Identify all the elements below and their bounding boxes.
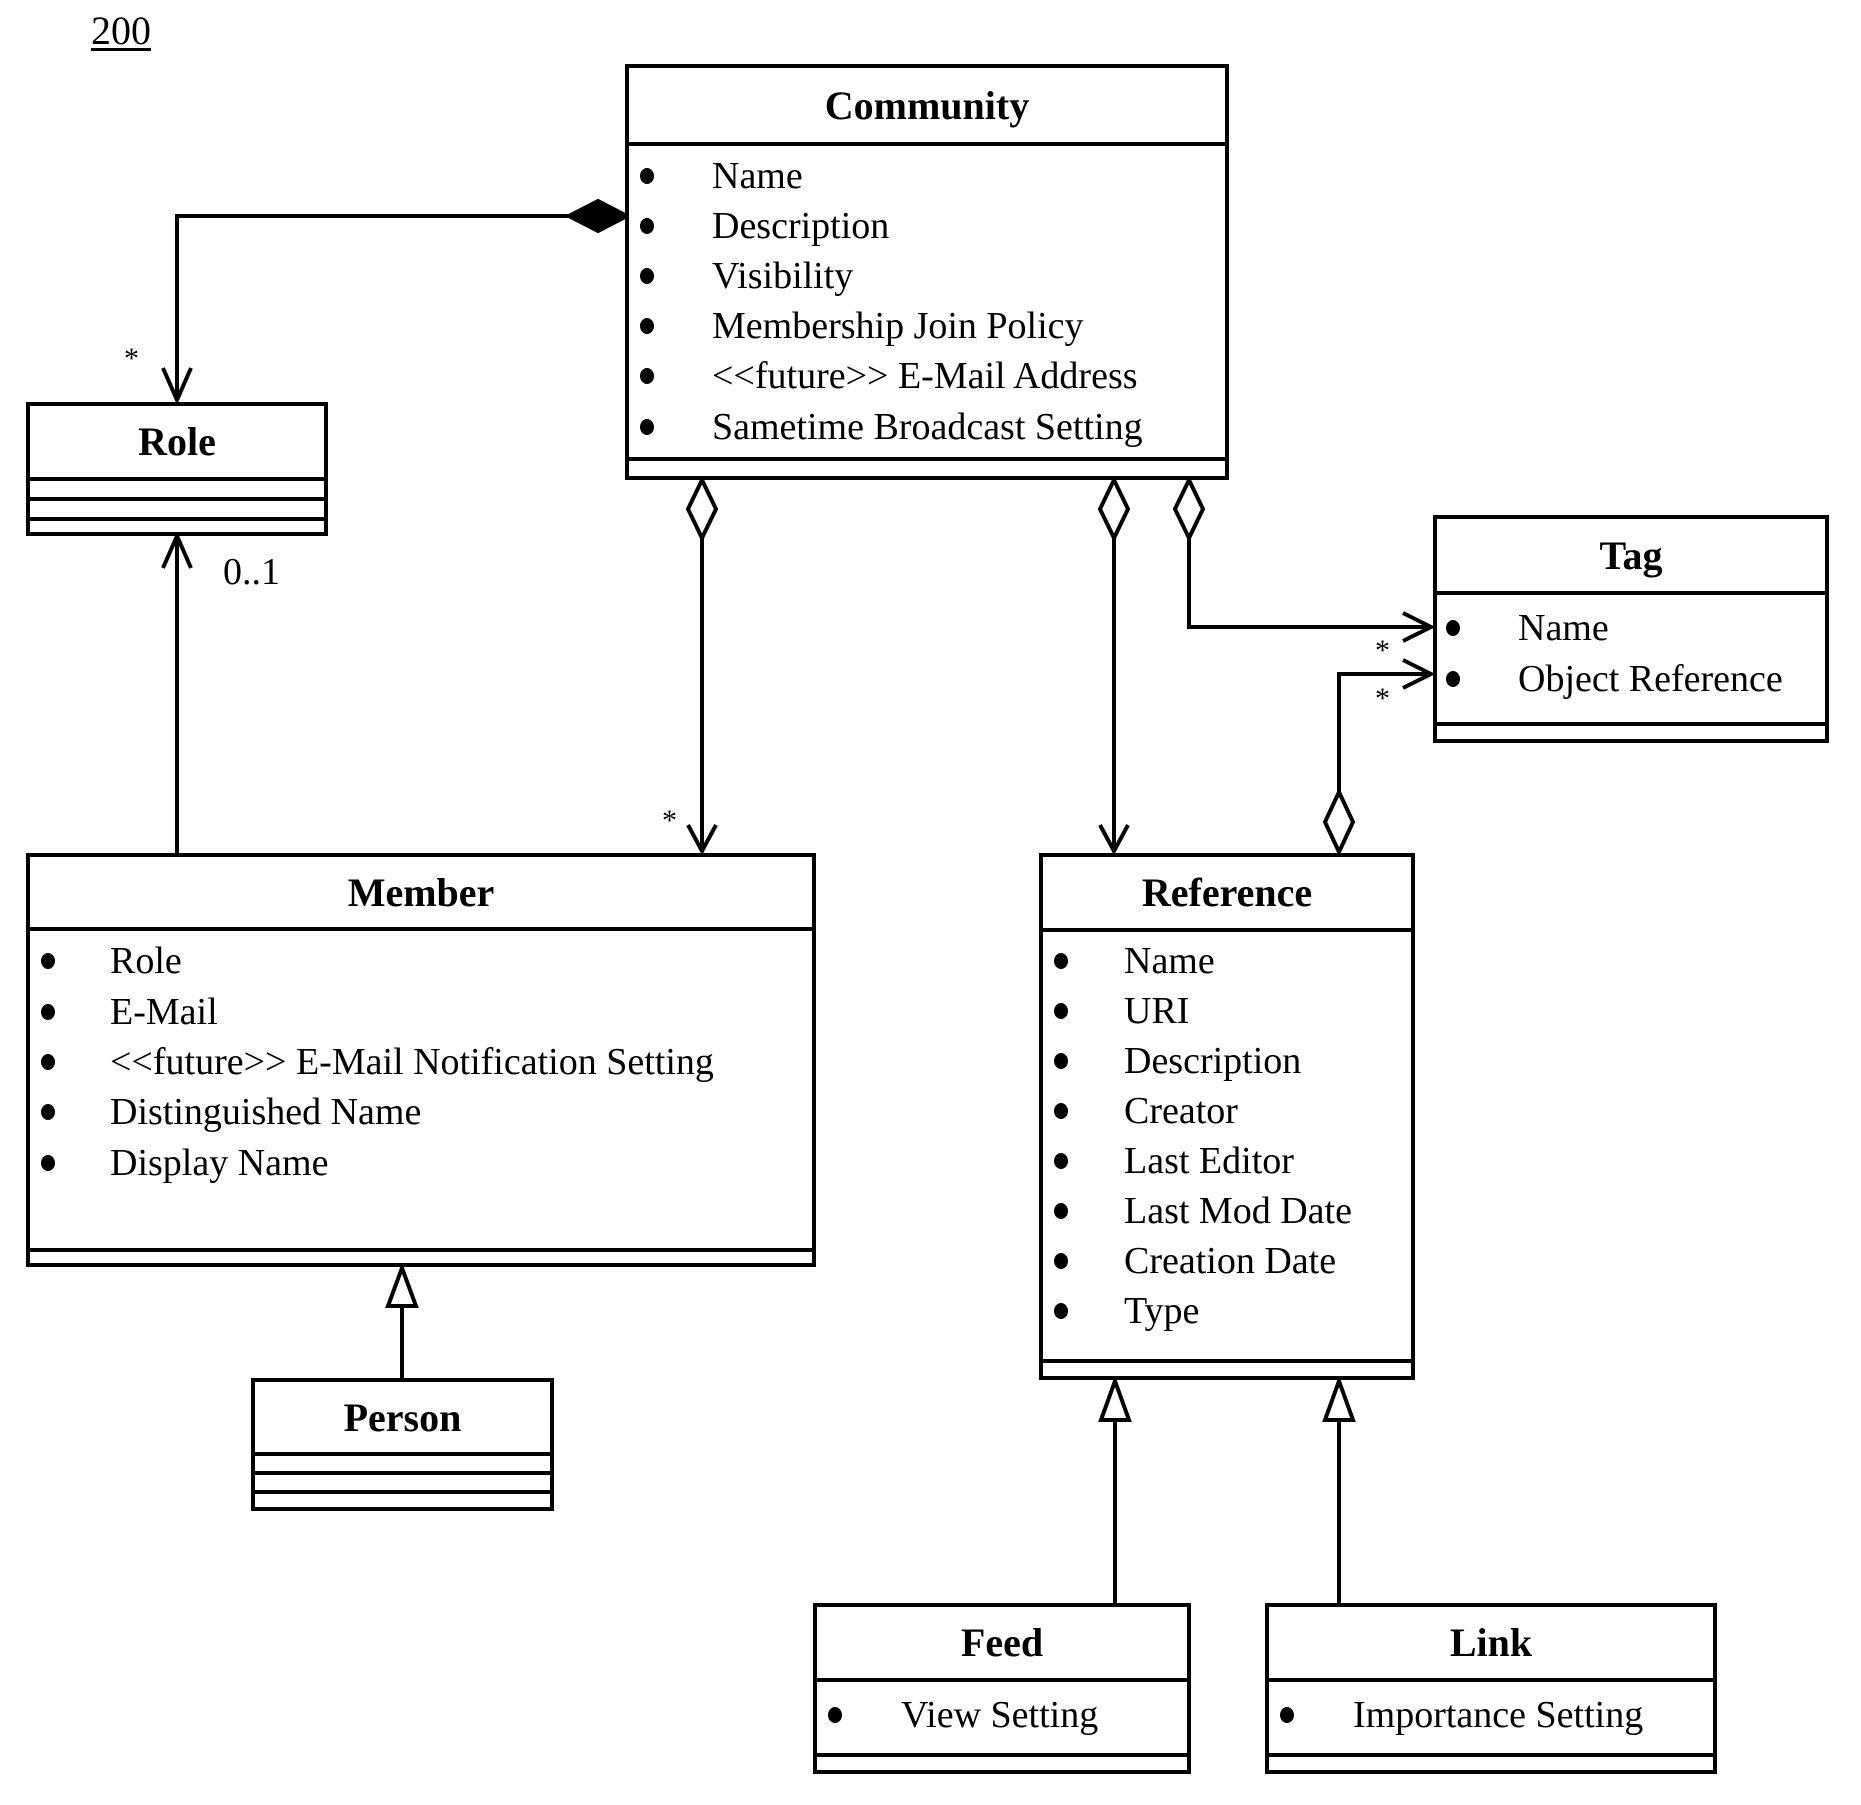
attribute-row: Object Reference bbox=[1437, 654, 1825, 704]
attribute-row: Visibility bbox=[629, 251, 1225, 301]
class-feed: Feed View Setting bbox=[813, 1603, 1191, 1774]
hollow-triangle-icon bbox=[1322, 1375, 1356, 1422]
class-person: Person bbox=[251, 1378, 554, 1511]
attribute-row: Last Mod Date bbox=[1043, 1186, 1411, 1236]
attribute-row: View Setting bbox=[817, 1690, 1187, 1740]
attribute-row: Distinguished Name bbox=[30, 1087, 812, 1137]
bullet-icon bbox=[1054, 1103, 1068, 1119]
operation-compartment bbox=[255, 1475, 550, 1494]
attribute-row: Importance Setting bbox=[1269, 1690, 1713, 1740]
composition-line-community-role bbox=[175, 214, 569, 400]
class-title: Link bbox=[1269, 1607, 1713, 1682]
multiplicity-role-zero-one: 0..1 bbox=[223, 551, 280, 593]
bullet-icon bbox=[1446, 671, 1460, 687]
bullet-icon bbox=[828, 1707, 842, 1723]
bullet-icon bbox=[640, 218, 654, 234]
class-reference: Reference Name URI Description Creator L… bbox=[1039, 853, 1415, 1380]
bullet-icon bbox=[1054, 1153, 1068, 1169]
multiplicity-tag-star-reference: * bbox=[1375, 682, 1390, 715]
attribute-row: Creation Date bbox=[1043, 1236, 1411, 1286]
attribute-row: Type bbox=[1043, 1286, 1411, 1336]
aggregation-line-community-tag bbox=[1187, 538, 1431, 629]
class-title: Role bbox=[30, 406, 324, 481]
attribute-compartment bbox=[255, 1456, 550, 1475]
bullet-icon bbox=[640, 168, 654, 184]
class-title: Member bbox=[30, 857, 812, 931]
class-title: Reference bbox=[1043, 857, 1411, 932]
attribute-row: Display Name bbox=[30, 1138, 812, 1188]
attribute-compartment: Name Description Visibility Membership J… bbox=[629, 146, 1225, 461]
bullet-icon bbox=[41, 1104, 55, 1120]
bullet-icon bbox=[1054, 1003, 1068, 1019]
class-title: Feed bbox=[817, 1607, 1187, 1682]
bullet-icon bbox=[640, 419, 654, 435]
hollow-diamond-icon bbox=[1322, 787, 1356, 857]
bullet-icon bbox=[1054, 953, 1068, 969]
hollow-triangle-icon bbox=[385, 1262, 419, 1308]
class-tag: Tag Name Object Reference bbox=[1433, 515, 1829, 743]
bullet-icon bbox=[1446, 620, 1460, 636]
multiplicity-member-star: * bbox=[662, 804, 677, 837]
bullet-icon bbox=[41, 1155, 55, 1171]
class-role: Role bbox=[26, 402, 328, 536]
attribute-row: Name bbox=[629, 151, 1225, 201]
multiplicity-tag-star-community: * bbox=[1375, 634, 1390, 667]
class-community: Community Name Description Visibility Me… bbox=[625, 64, 1229, 480]
attribute-compartment: View Setting bbox=[817, 1682, 1187, 1757]
attribute-row: Creator bbox=[1043, 1086, 1411, 1136]
bullet-icon bbox=[41, 1054, 55, 1070]
attribute-row: <<future>> E-Mail Address bbox=[629, 351, 1225, 401]
bullet-icon bbox=[1054, 1303, 1068, 1319]
hollow-diamond-icon bbox=[1172, 475, 1206, 543]
bullet-icon bbox=[640, 318, 654, 334]
operation-compartment bbox=[30, 501, 324, 521]
class-title: Community bbox=[629, 68, 1225, 146]
bullet-icon bbox=[1054, 1253, 1068, 1269]
hollow-diamond-icon bbox=[1097, 475, 1131, 543]
attribute-row: Name bbox=[1043, 936, 1411, 986]
figure-label: 200 bbox=[91, 8, 151, 53]
class-title: Person bbox=[255, 1382, 550, 1456]
attribute-compartment bbox=[30, 481, 324, 501]
attribute-row: Description bbox=[629, 201, 1225, 251]
attribute-row: Membership Join Policy bbox=[629, 301, 1225, 351]
attribute-row: Description bbox=[1043, 1036, 1411, 1086]
bullet-icon bbox=[1054, 1203, 1068, 1219]
attribute-row: E-Mail bbox=[30, 987, 812, 1037]
filled-diamond-icon bbox=[564, 198, 632, 234]
attribute-row: Role bbox=[30, 936, 812, 986]
class-link: Link Importance Setting bbox=[1265, 1603, 1717, 1774]
bullet-icon bbox=[1054, 1053, 1068, 1069]
bullet-icon bbox=[640, 268, 654, 284]
bullet-icon bbox=[41, 953, 55, 969]
bullet-icon bbox=[1280, 1707, 1294, 1723]
attribute-row: Sametime Broadcast Setting bbox=[629, 402, 1225, 452]
attribute-row: URI bbox=[1043, 986, 1411, 1036]
attribute-compartment: Importance Setting bbox=[1269, 1682, 1713, 1757]
multiplicity-role-star: * bbox=[124, 342, 139, 375]
bullet-icon bbox=[640, 368, 654, 384]
attribute-compartment: Name URI Description Creator Last Editor… bbox=[1043, 932, 1411, 1363]
bullet-icon bbox=[41, 1004, 55, 1020]
attribute-compartment: Role E-Mail <<future>> E-Mail Notificati… bbox=[30, 931, 812, 1252]
attribute-row: <<future>> E-Mail Notification Setting bbox=[30, 1037, 812, 1087]
class-title: Tag bbox=[1437, 519, 1825, 595]
hollow-triangle-icon bbox=[1098, 1375, 1132, 1422]
attribute-row: Name bbox=[1437, 603, 1825, 653]
hollow-diamond-icon bbox=[685, 475, 719, 543]
class-member: Member Role E-Mail <<future>> E-Mail Not… bbox=[26, 853, 816, 1267]
attribute-row: Last Editor bbox=[1043, 1136, 1411, 1186]
attribute-compartment: Name Object Reference bbox=[1437, 595, 1825, 726]
